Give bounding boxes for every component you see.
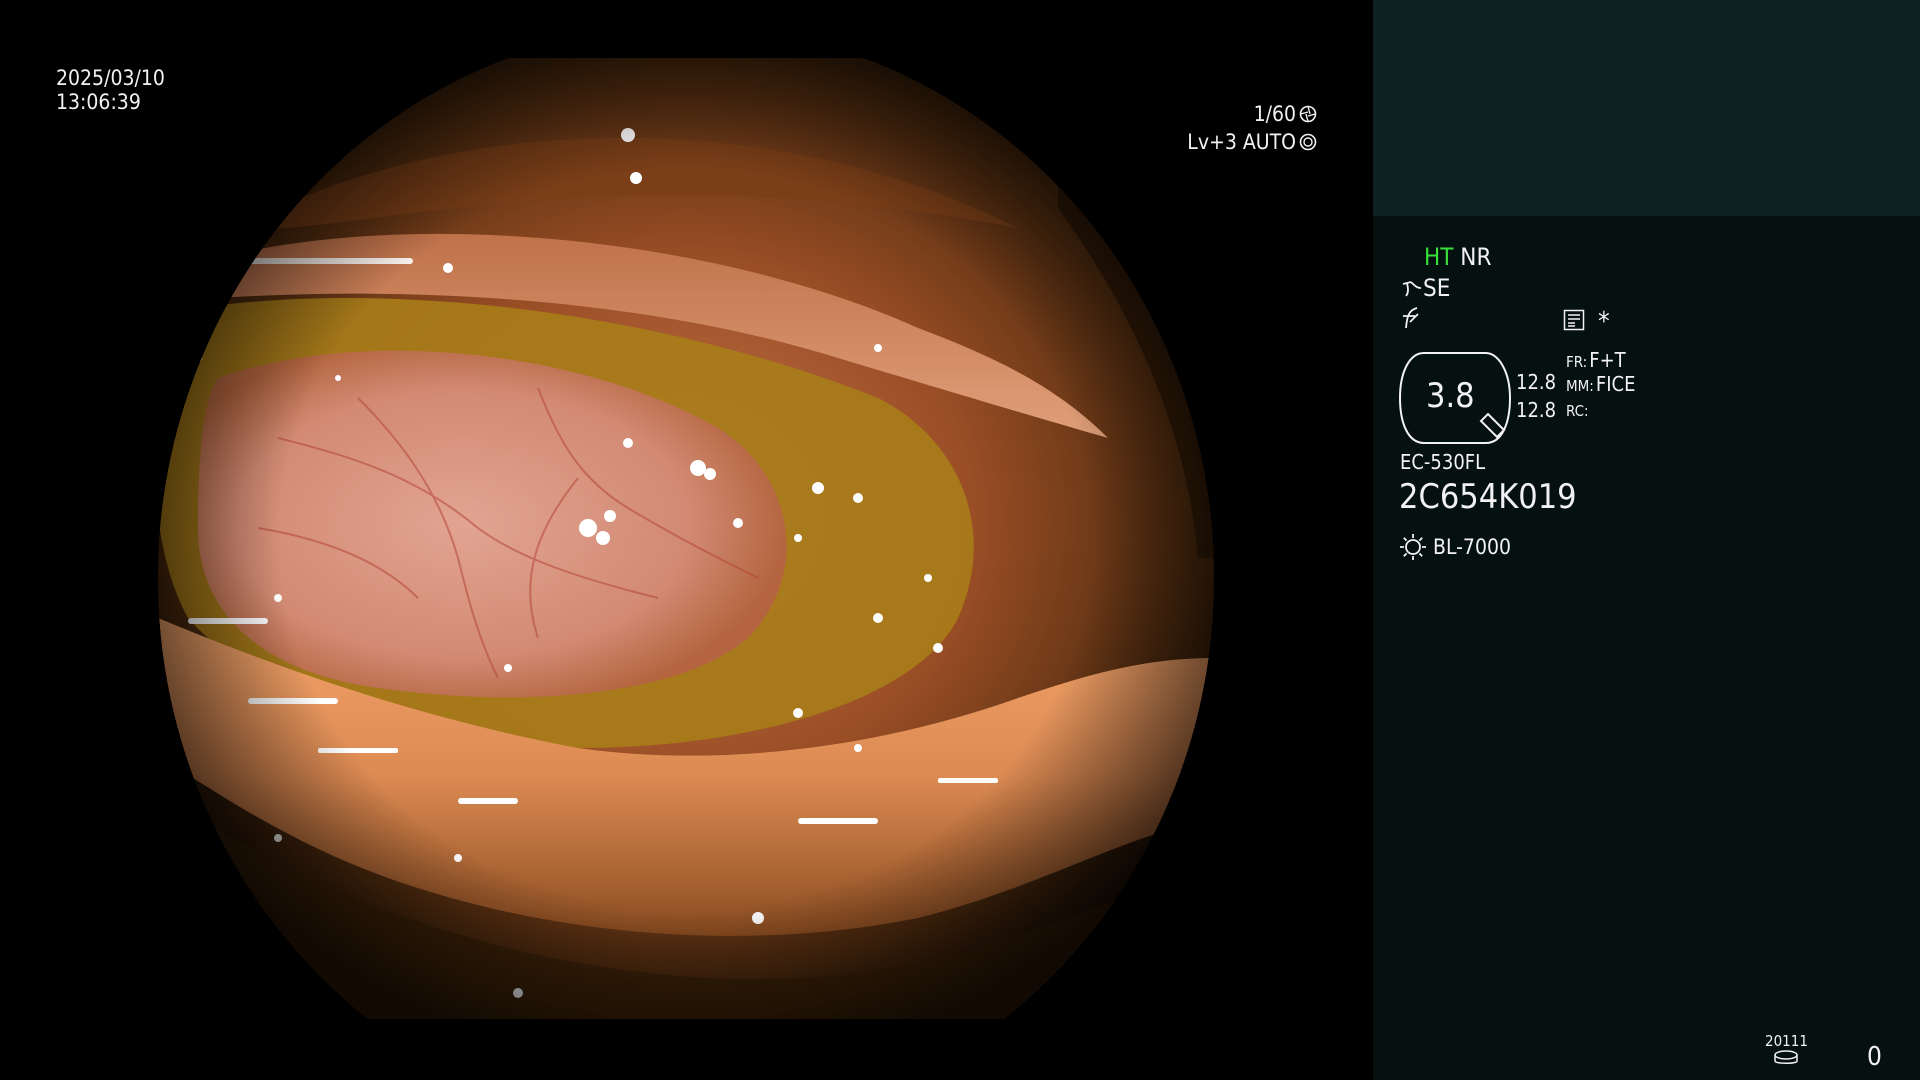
date-time: 2025/03/10 13:06:39 <box>56 66 165 114</box>
iris-auto-icon <box>1299 133 1317 151</box>
exposure-level: Lv+3 AUTO <box>1187 129 1296 154</box>
asterisk-icon: * <box>1598 307 1610 337</box>
storage-count: 0 <box>1867 1042 1882 1072</box>
mm-row: MM: FICE <box>1566 374 1635 394</box>
ht-indicator: HT <box>1424 243 1454 271</box>
memory-list-icon <box>1563 309 1585 331</box>
time-text: 13:06:39 <box>56 90 141 114</box>
value-2: 12.8 <box>1516 398 1557 422</box>
scope-serial: 2C654K019 <box>1399 477 1577 517</box>
light-source-icon <box>1400 534 1426 560</box>
shutter-aperture-icon <box>1299 105 1317 123</box>
endoscope-view: 2025/03/10 13:06:39 1/60 Lv+3 AUTO <box>0 0 1373 1080</box>
fr-value: F+T <box>1589 348 1626 372</box>
value-1: 12.8 <box>1516 370 1557 394</box>
nr-indicator: NR <box>1460 243 1492 271</box>
hf-symbol-icon <box>1403 307 1419 329</box>
rc-label: RC: <box>1566 402 1589 420</box>
fr-label: FR: <box>1566 353 1588 371</box>
light-source-row: BL-7000 <box>1399 533 1511 561</box>
mm-value: FICE <box>1595 372 1636 396</box>
magnification-value: 3.8 <box>1426 376 1475 416</box>
date-text: 2025/03/10 <box>56 66 165 90</box>
storage-disk-icon <box>1774 1050 1798 1064</box>
shutter-speed: 1/60 <box>1253 101 1296 126</box>
light-source-model: BL-7000 <box>1433 534 1512 559</box>
exposure-info: 1/60 Lv+3 AUTO <box>1187 100 1317 156</box>
endoscopic-image-graphic <box>158 58 1214 1019</box>
storage-counter-label: 20111 <box>1765 1032 1808 1050</box>
se-indicator: SE <box>1423 274 1451 302</box>
panel-header-area <box>1373 0 1920 216</box>
rc-row: RC: <box>1566 403 1589 419</box>
magnification-badge: 3.8 <box>1398 351 1512 444</box>
info-panel: HT NR SE * 3.8 12.8 12.8 FR: F+T MM: FIC… <box>1373 0 1920 1080</box>
mm-label: MM: <box>1566 377 1594 395</box>
fr-row: FR: F+T <box>1566 350 1626 370</box>
endoscopic-image <box>158 58 1214 1019</box>
scope-model: EC-530FL <box>1400 450 1486 474</box>
enhancement-row: HT NR <box>1424 245 1491 269</box>
scope-bend-icon <box>1402 281 1422 297</box>
se-row: SE <box>1401 276 1450 300</box>
